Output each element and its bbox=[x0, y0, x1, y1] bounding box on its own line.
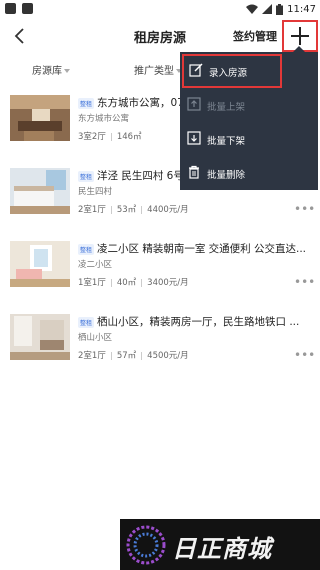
notification-app-icon bbox=[5, 3, 16, 14]
caret-down-icon bbox=[64, 69, 70, 73]
listing-price: 4400元/月 bbox=[147, 205, 189, 215]
listing-specs: 1室1厅 40㎡ 3400元/月 bbox=[78, 276, 189, 288]
watermark-text: 日正商城 bbox=[172, 535, 272, 563]
filter-source-library[interactable]: 房源库 bbox=[32, 62, 70, 77]
listing-community: 栖山小区 bbox=[78, 333, 113, 343]
menu-item-batch-unlist[interactable]: 批量下架 bbox=[180, 122, 318, 156]
listing-price: 3400元/月 bbox=[147, 278, 189, 288]
listing-layout: 2室1厅 bbox=[78, 205, 106, 215]
listing-specs: 3室2厅 146㎡ bbox=[78, 130, 142, 142]
menu-item-label: 批量删除 bbox=[207, 170, 246, 181]
menu-item-add-listing[interactable]: 录入房源 bbox=[182, 54, 282, 88]
listing-specs: 2室1厅 57㎡ 4500元/月 bbox=[78, 349, 189, 361]
plus-icon bbox=[291, 27, 309, 45]
menu-item-label: 录入房源 bbox=[209, 68, 248, 79]
upload-icon bbox=[187, 97, 201, 111]
listing-title: 凌二小区 精装朝南一室 交通便利 公交直达... bbox=[97, 243, 307, 255]
edit-icon bbox=[189, 63, 203, 77]
listing-community: 凌二小区 bbox=[78, 260, 113, 270]
listing-area: 146㎡ bbox=[116, 132, 142, 142]
filter-label: 推广类型 bbox=[134, 66, 174, 77]
status-bar: 11:47 bbox=[0, 0, 320, 18]
more-options-button[interactable]: ••• bbox=[294, 275, 315, 289]
listing-layout: 3室2厅 bbox=[78, 132, 106, 142]
listing-area: 53㎡ bbox=[116, 205, 137, 215]
menu-item-label: 批量上架 bbox=[207, 102, 246, 113]
rent-type-badge: 整租 bbox=[78, 98, 95, 109]
listing-area: 57㎡ bbox=[116, 351, 137, 361]
rent-type-badge: 整租 bbox=[78, 317, 95, 328]
sign-management-button[interactable]: 签约管理 bbox=[233, 28, 277, 44]
listing-photo bbox=[10, 314, 70, 360]
listing-area: 40㎡ bbox=[116, 278, 137, 288]
listing-title: 栖山小区，精装两房一厅，民生路地铁口 ... bbox=[97, 316, 300, 328]
listing-community: 民生四村 bbox=[78, 187, 113, 197]
watermark-banner: 日正商城 bbox=[120, 519, 320, 570]
top-navigation-bar: 租房房源 签约管理 bbox=[0, 18, 320, 54]
listing-layout: 2室1厅 bbox=[78, 351, 106, 361]
rent-type-badge: 整租 bbox=[78, 244, 95, 255]
rent-type-badge: 整租 bbox=[78, 171, 95, 182]
listing-item[interactable]: 整租 栖山小区，精装两房一厅，民生路地铁口 ... 栖山小区 2室1厅 57㎡ 45… bbox=[0, 314, 320, 378]
listing-price: 4500元/月 bbox=[147, 351, 189, 361]
app-screen: 11:47 租房房源 签约管理 房源库 推广类型 整租 东方城市公寓，07 东方… bbox=[0, 0, 320, 570]
notification-app-icon bbox=[22, 3, 33, 14]
listing-photo bbox=[10, 168, 70, 214]
wifi-icon bbox=[246, 4, 259, 14]
more-options-button[interactable]: ••• bbox=[294, 202, 315, 216]
battery-icon bbox=[276, 3, 284, 15]
menu-item-batch-delete[interactable]: 批量删除 bbox=[180, 156, 318, 190]
menu-item-batch-list[interactable]: 批量上架 bbox=[180, 88, 318, 122]
listing-photo bbox=[10, 241, 70, 287]
filter-label: 房源库 bbox=[32, 66, 62, 77]
more-options-button[interactable]: ••• bbox=[294, 348, 315, 362]
add-dropdown-menu: 录入房源 批量上架 批量下架 批量删除 bbox=[180, 52, 318, 190]
brand-logo-icon bbox=[126, 525, 166, 565]
filter-promotion-type[interactable]: 推广类型 bbox=[134, 62, 182, 77]
listing-specs: 2室1厅 53㎡ 4400元/月 bbox=[78, 203, 189, 215]
listing-item[interactable]: 整租 凌二小区 精装朝南一室 交通便利 公交直达... 凌二小区 1室1厅 40㎡… bbox=[0, 241, 320, 305]
trash-icon bbox=[189, 165, 199, 179]
cellular-icon bbox=[262, 4, 273, 14]
status-time: 11:47 bbox=[287, 3, 316, 15]
download-icon bbox=[187, 131, 201, 145]
listing-layout: 1室1厅 bbox=[78, 278, 106, 288]
listing-photo bbox=[10, 95, 70, 141]
menu-item-label: 批量下架 bbox=[207, 136, 246, 147]
listing-community: 东方城市公寓 bbox=[78, 114, 130, 124]
